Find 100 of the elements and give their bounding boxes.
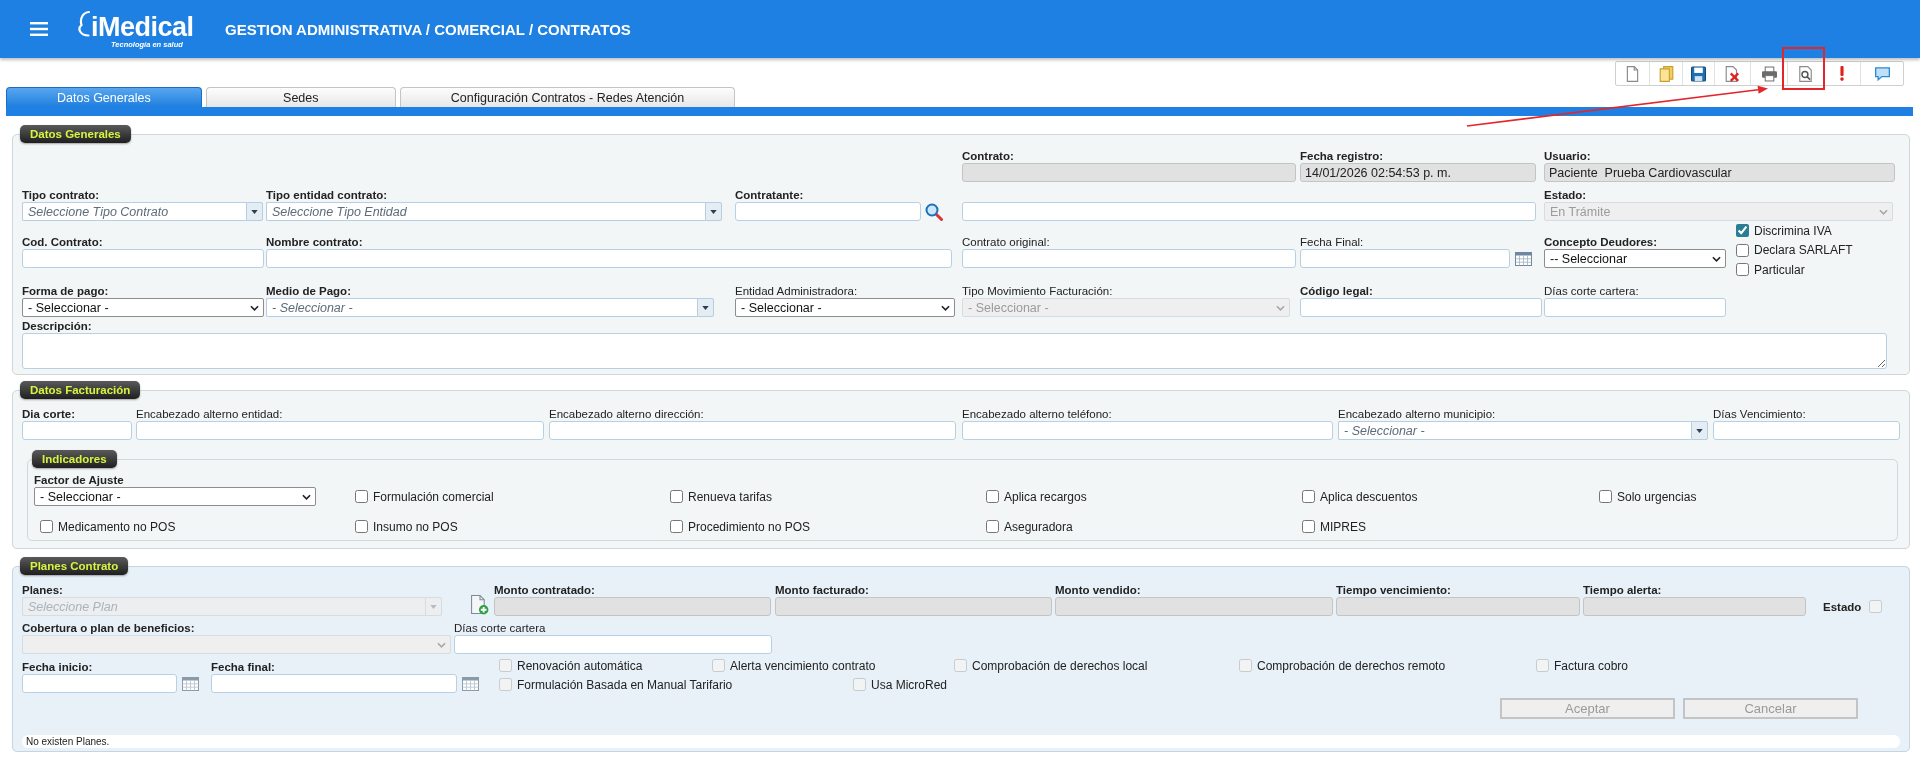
text-field[interactable] bbox=[1300, 298, 1542, 317]
date-field[interactable] bbox=[211, 674, 457, 693]
combo-field[interactable]: Seleccione Tipo Contrato bbox=[22, 202, 246, 221]
checkbox-label: Comprobación de derechos local bbox=[972, 658, 1148, 673]
text-field[interactable] bbox=[136, 421, 544, 440]
field-label: Código legal: bbox=[1300, 284, 1373, 298]
checkbox[interactable] bbox=[40, 520, 53, 533]
checkbox-label: Usa MicroRed bbox=[871, 677, 948, 692]
chevron-icon bbox=[302, 493, 311, 500]
section-legend: Planes Contrato bbox=[20, 557, 129, 575]
field-label: Días corte cartera: bbox=[1544, 284, 1639, 298]
field-label: Fecha registro: bbox=[1300, 149, 1384, 163]
checkbox-label: Particular bbox=[1754, 262, 1805, 277]
combo-field[interactable]: - Seleccionar - bbox=[266, 298, 697, 317]
checkbox[interactable] bbox=[670, 520, 683, 533]
field-label: Monto facturado: bbox=[775, 583, 869, 597]
section-legend: Indicadores bbox=[32, 450, 117, 468]
checkbox[interactable] bbox=[355, 520, 368, 533]
checkbox[interactable] bbox=[986, 520, 999, 533]
tab[interactable]: Configuración Contratos - Redes Atención bbox=[399, 87, 736, 107]
text-area[interactable] bbox=[22, 333, 1887, 369]
search-icon[interactable] bbox=[925, 202, 943, 221]
breadcrumb-title: GESTION ADMINISTRATIVA / COMERCIAL / CONTRATOS bbox=[225, 20, 631, 38]
dropdown-select[interactable]: -- Seleccionar bbox=[1544, 249, 1726, 268]
text-field[interactable] bbox=[962, 421, 1333, 440]
add-document-icon[interactable] bbox=[471, 595, 489, 615]
field-label: Tipo Movimiento Facturación: bbox=[962, 284, 1113, 298]
text-field[interactable] bbox=[1713, 421, 1900, 440]
dropdown-button[interactable] bbox=[705, 202, 722, 221]
dropdown-select[interactable]: - Seleccionar - bbox=[735, 298, 955, 317]
dropdown-button[interactable] bbox=[697, 298, 714, 317]
text-field[interactable] bbox=[962, 202, 1536, 221]
checkbox[interactable] bbox=[1302, 520, 1315, 533]
text-field[interactable] bbox=[735, 202, 921, 221]
field-label: Días corte cartera bbox=[454, 621, 546, 635]
speech-bubble-icon bbox=[1874, 65, 1890, 82]
caret-icon bbox=[710, 209, 717, 214]
checkbox-label: Aplica descuentos bbox=[1320, 489, 1418, 504]
dropdown-select[interactable]: - Seleccionar - bbox=[34, 487, 316, 506]
caret-icon bbox=[430, 604, 437, 609]
field-label: Usuario: bbox=[1544, 149, 1591, 163]
section-legend: Datos Facturación bbox=[20, 381, 141, 399]
checkbox-label: Discrimina IVA bbox=[1754, 223, 1832, 238]
field-label: Contrato original: bbox=[962, 235, 1050, 249]
field-label: Monto vendido: bbox=[1055, 583, 1141, 597]
checkbox-label: Formulación Basada en Manual Tarifario bbox=[517, 677, 733, 692]
checkbox[interactable] bbox=[1302, 490, 1315, 503]
field-label: Estado: bbox=[1544, 188, 1587, 202]
field-label: Tipo entidad contrato: bbox=[266, 188, 388, 202]
page-magnifier-icon bbox=[1798, 65, 1813, 82]
text-field[interactable] bbox=[962, 249, 1296, 268]
checkbox[interactable] bbox=[986, 490, 999, 503]
save-icon bbox=[1691, 65, 1706, 82]
date-field[interactable] bbox=[1300, 249, 1510, 268]
date-field[interactable] bbox=[22, 674, 177, 693]
field-label: Contrato: bbox=[962, 149, 1014, 163]
checkbox-label: Comprobación de derechos remoto bbox=[1257, 658, 1446, 673]
checkbox[interactable] bbox=[670, 490, 683, 503]
section-legend: Datos Generales bbox=[20, 125, 131, 143]
calendar-icon[interactable] bbox=[182, 676, 199, 691]
checkbox-label: Renovación automática bbox=[517, 658, 643, 673]
checkbox[interactable] bbox=[355, 490, 368, 503]
page-with-x-icon bbox=[1725, 65, 1740, 82]
calendar-icon[interactable] bbox=[462, 676, 479, 691]
text-field[interactable] bbox=[22, 421, 132, 440]
caret-icon bbox=[251, 209, 258, 214]
checkbox[interactable] bbox=[1599, 490, 1612, 503]
calendar-icon[interactable] bbox=[1515, 251, 1532, 266]
dropdown-button[interactable] bbox=[246, 202, 263, 221]
status-message-bar: No existen Planes. bbox=[22, 735, 1900, 748]
text-field[interactable] bbox=[266, 249, 952, 268]
checkbox-label: Declara SARLAFT bbox=[1754, 243, 1853, 258]
caret-icon bbox=[702, 305, 709, 310]
checkbox[interactable] bbox=[1736, 224, 1749, 238]
field-label: Medio de Pago: bbox=[266, 284, 351, 298]
field-label: Cod. Contrato: bbox=[22, 235, 103, 249]
text-field[interactable] bbox=[549, 421, 956, 440]
field-label: Encabezado alterno municipio: bbox=[1338, 407, 1496, 421]
dropdown-select[interactable]: - Seleccionar - bbox=[22, 298, 264, 317]
cloud-arc-icon bbox=[77, 10, 90, 37]
checkbox[interactable] bbox=[1736, 263, 1749, 277]
checkbox-label: Renueva tarifas bbox=[688, 489, 773, 504]
checkbox-label: Aseguradora bbox=[1004, 519, 1073, 534]
text-field[interactable] bbox=[454, 635, 772, 654]
text-field[interactable] bbox=[1544, 298, 1726, 317]
stacked-pages-icon bbox=[1658, 65, 1674, 82]
combo-field[interactable]: - Seleccionar - bbox=[1338, 421, 1691, 440]
field-label: Nombre contrato: bbox=[266, 235, 363, 249]
checkbox[interactable] bbox=[1736, 243, 1749, 257]
text-field[interactable] bbox=[22, 249, 264, 268]
dropdown-button[interactable] bbox=[1691, 421, 1708, 440]
field-label: Dia corte: bbox=[22, 407, 76, 421]
field-label: Fecha final: bbox=[211, 660, 275, 674]
field-label: Fecha Final: bbox=[1300, 235, 1364, 249]
checkbox-label: MIPRES bbox=[1320, 519, 1366, 534]
combo-field[interactable]: Seleccione Tipo Entidad bbox=[266, 202, 705, 221]
chevron-icon bbox=[437, 641, 446, 648]
field-label: Planes: bbox=[22, 583, 63, 597]
menu-icon[interactable] bbox=[30, 22, 48, 36]
tab[interactable]: Sedes bbox=[205, 87, 396, 107]
